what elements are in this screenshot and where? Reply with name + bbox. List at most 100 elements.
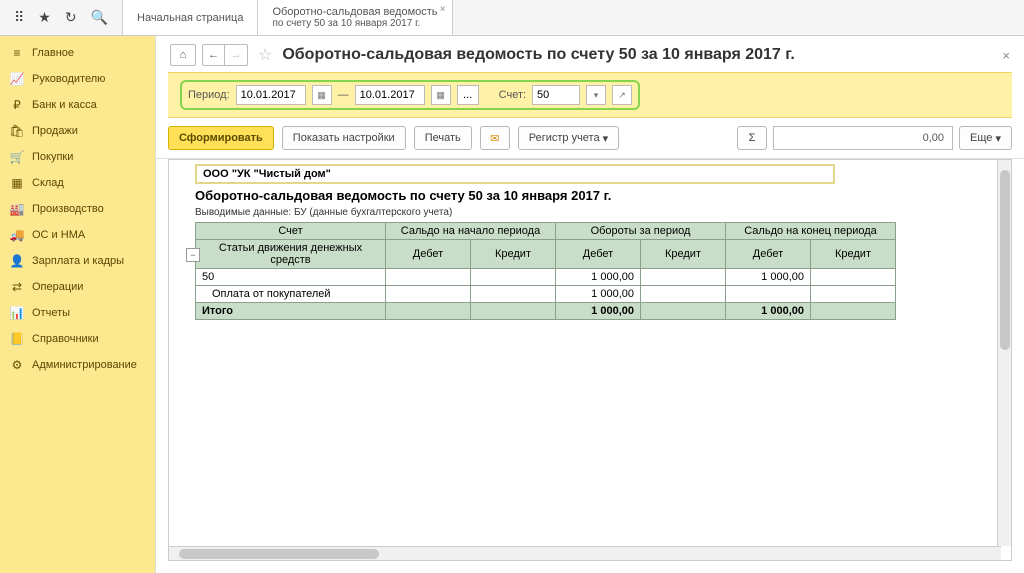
table-row[interactable]: Оплата от покупателей 1 000,00 — [196, 286, 896, 303]
sidebar-item-label: Операции — [32, 281, 83, 293]
report-table: Счет Сальдо на начало периода Обороты за… — [195, 222, 896, 320]
sidebar-item-reports[interactable]: 📊 Отчеты — [0, 300, 155, 326]
sidebar-item-label: Покупки — [32, 151, 73, 163]
th-debit: Дебет — [726, 240, 811, 269]
nav-forward-button[interactable]: → — [225, 45, 247, 65]
sidebar-item-label: Отчеты — [32, 307, 70, 319]
history-icon[interactable]: ↻ — [65, 9, 77, 26]
date-to-input[interactable]: 10.01.2017 — [355, 85, 425, 105]
th-debit: Дебет — [386, 240, 471, 269]
sum-value: 0,00 — [773, 126, 953, 150]
th-end: Сальдо на конец периода — [726, 223, 896, 240]
apps-icon[interactable]: ⠿ — [14, 9, 24, 26]
tool-icons: ⠿ ★ ↻ 🔍 — [0, 0, 123, 35]
print-button[interactable]: Печать — [414, 126, 472, 150]
sidebar-item-label: Администрирование — [32, 359, 137, 371]
sidebar-item-production[interactable]: 🏭Производство — [0, 196, 155, 222]
row-value: 1 000,00 — [556, 286, 641, 303]
total-label: Итого — [196, 303, 386, 320]
email-button[interactable]: ✉ — [480, 126, 510, 150]
book-icon: 📒 — [10, 332, 24, 346]
account-dropdown-icon[interactable]: ▾ — [586, 85, 606, 105]
sidebar-item-warehouse[interactable]: ▦ Склад — [0, 170, 155, 196]
vertical-scrollbar[interactable] — [997, 160, 1011, 546]
horizontal-scrollbar[interactable] — [169, 546, 1001, 560]
period-label: Период: — [188, 89, 230, 101]
home-button[interactable]: ⌂ — [170, 44, 196, 66]
ruble-icon: ₽ — [10, 98, 24, 112]
sidebar-item-purchases[interactable]: 🛒 Покупки — [0, 144, 155, 170]
tab-report[interactable]: Оборотно-сальдовая ведомость по счету 50… — [258, 0, 452, 35]
th-credit: Кредит — [471, 240, 556, 269]
period-dash: — — [338, 89, 349, 101]
tabs-bar: Начальная страница Оборотно-сальдовая ве… — [123, 0, 453, 35]
th-begin: Сальдо на начало периода — [386, 223, 556, 240]
register-button[interactable]: Регистр учета ▾ — [518, 126, 619, 150]
row-name: 50 — [196, 269, 386, 286]
sidebar-item-sales[interactable]: 🛍 Продажи — [0, 118, 155, 144]
show-settings-button[interactable]: Показать настройки — [282, 126, 406, 150]
sidebar-item-bank[interactable]: ₽ Банк и касса — [0, 92, 155, 118]
account-input[interactable]: 50 — [532, 85, 580, 105]
form-button[interactable]: Сформировать — [168, 126, 274, 150]
sidebar-item-label: Склад — [32, 177, 64, 189]
sum-group: Σ 0,00 Еще ▾ — [737, 126, 1012, 150]
collapse-row-icon[interactable]: − — [186, 248, 200, 262]
chart-icon: 📈 — [10, 72, 24, 86]
tab-report-line1: Оборотно-сальдовая ведомость — [272, 6, 437, 18]
sidebar-item-label: Зарплата и кадры — [32, 255, 124, 267]
th-debit: Дебет — [556, 240, 641, 269]
close-page-button[interactable]: × — [1002, 48, 1010, 63]
sidebar-item-label: Банк и касса — [32, 99, 97, 111]
cart-icon: 🛒 — [10, 150, 24, 164]
report-title: Оборотно-сальдовая ведомость по счету 50… — [195, 188, 1001, 203]
barchart-icon: 📊 — [10, 306, 24, 320]
nav-back-button[interactable]: ← — [203, 45, 225, 65]
exchange-icon: ⇄ — [10, 280, 24, 294]
report-subtitle: Выводимые данные: БУ (данные бухгалтерск… — [195, 207, 1001, 218]
action-bar: Сформировать Показать настройки Печать ✉… — [156, 118, 1024, 159]
total-value: 1 000,00 — [726, 303, 811, 320]
th-credit: Кредит — [641, 240, 726, 269]
date-to-calendar-icon[interactable]: ▦ — [431, 85, 451, 105]
sum-button[interactable]: Σ — [737, 126, 767, 150]
period-picker-button[interactable]: ... — [457, 85, 479, 105]
sidebar-item-hr[interactable]: 👤Зарплата и кадры — [0, 248, 155, 274]
more-button[interactable]: Еще ▾ — [959, 126, 1012, 150]
tab-home[interactable]: Начальная страница — [123, 0, 258, 35]
sidebar-item-catalogs[interactable]: 📒Справочники — [0, 326, 155, 352]
th-cashflow: Статьи движения денежных средств — [196, 240, 386, 269]
date-from-input[interactable]: 10.01.2017 — [236, 85, 306, 105]
sidebar-item-label: ОС и НМА — [32, 229, 85, 241]
sidebar-item-operations[interactable]: ⇄ Операции — [0, 274, 155, 300]
tab-close-icon[interactable]: × — [440, 4, 446, 16]
table-row[interactable]: 50 1 000,00 1 000,00 — [196, 269, 896, 286]
th-account: Счет — [196, 223, 386, 240]
table-total-row: Итого 1 000,00 1 000,00 — [196, 303, 896, 320]
sidebar-item-label: Главное — [32, 47, 74, 59]
page-header: ⌂ ← → ☆ Оборотно-сальдовая ведомость по … — [156, 36, 1024, 72]
highlighted-params: Период: 10.01.2017 ▦ — 10.01.2017 ▦ ... … — [180, 80, 640, 110]
sidebar-item-label: Руководителю — [32, 73, 105, 85]
sidebar-item-manager[interactable]: 📈 Руководителю — [0, 66, 155, 92]
tab-home-label: Начальная страница — [137, 12, 243, 24]
list-icon: ≡ — [10, 46, 24, 60]
sidebar-item-main[interactable]: ≡ Главное — [0, 40, 155, 66]
row-name: Оплата от покупателей — [196, 286, 386, 303]
search-icon[interactable]: 🔍 — [91, 9, 108, 26]
top-toolbar: ⠿ ★ ↻ 🔍 Начальная страница Оборотно-саль… — [0, 0, 1024, 36]
tab-report-line2: по счету 50 за 10 января 2017 г. — [272, 18, 437, 30]
bag-icon: 🛍 — [10, 124, 24, 138]
grid-icon: ▦ — [10, 176, 24, 190]
account-open-icon[interactable]: ↗ — [612, 85, 632, 105]
report-area[interactable]: ООО "УК "Чистый дом" Оборотно-сальдовая … — [168, 159, 1012, 561]
sidebar-item-assets[interactable]: 🚚ОС и НМА — [0, 222, 155, 248]
date-from-calendar-icon[interactable]: ▦ — [312, 85, 332, 105]
factory-icon: 🏭 — [10, 202, 24, 216]
row-value: 1 000,00 — [726, 269, 811, 286]
favorite-star-icon[interactable]: ☆ — [258, 45, 272, 65]
sidebar-item-label: Продажи — [32, 125, 78, 137]
row-value: 1 000,00 — [556, 269, 641, 286]
favorite-icon[interactable]: ★ — [38, 9, 51, 26]
sidebar-item-admin[interactable]: ⚙Администрирование — [0, 352, 155, 378]
